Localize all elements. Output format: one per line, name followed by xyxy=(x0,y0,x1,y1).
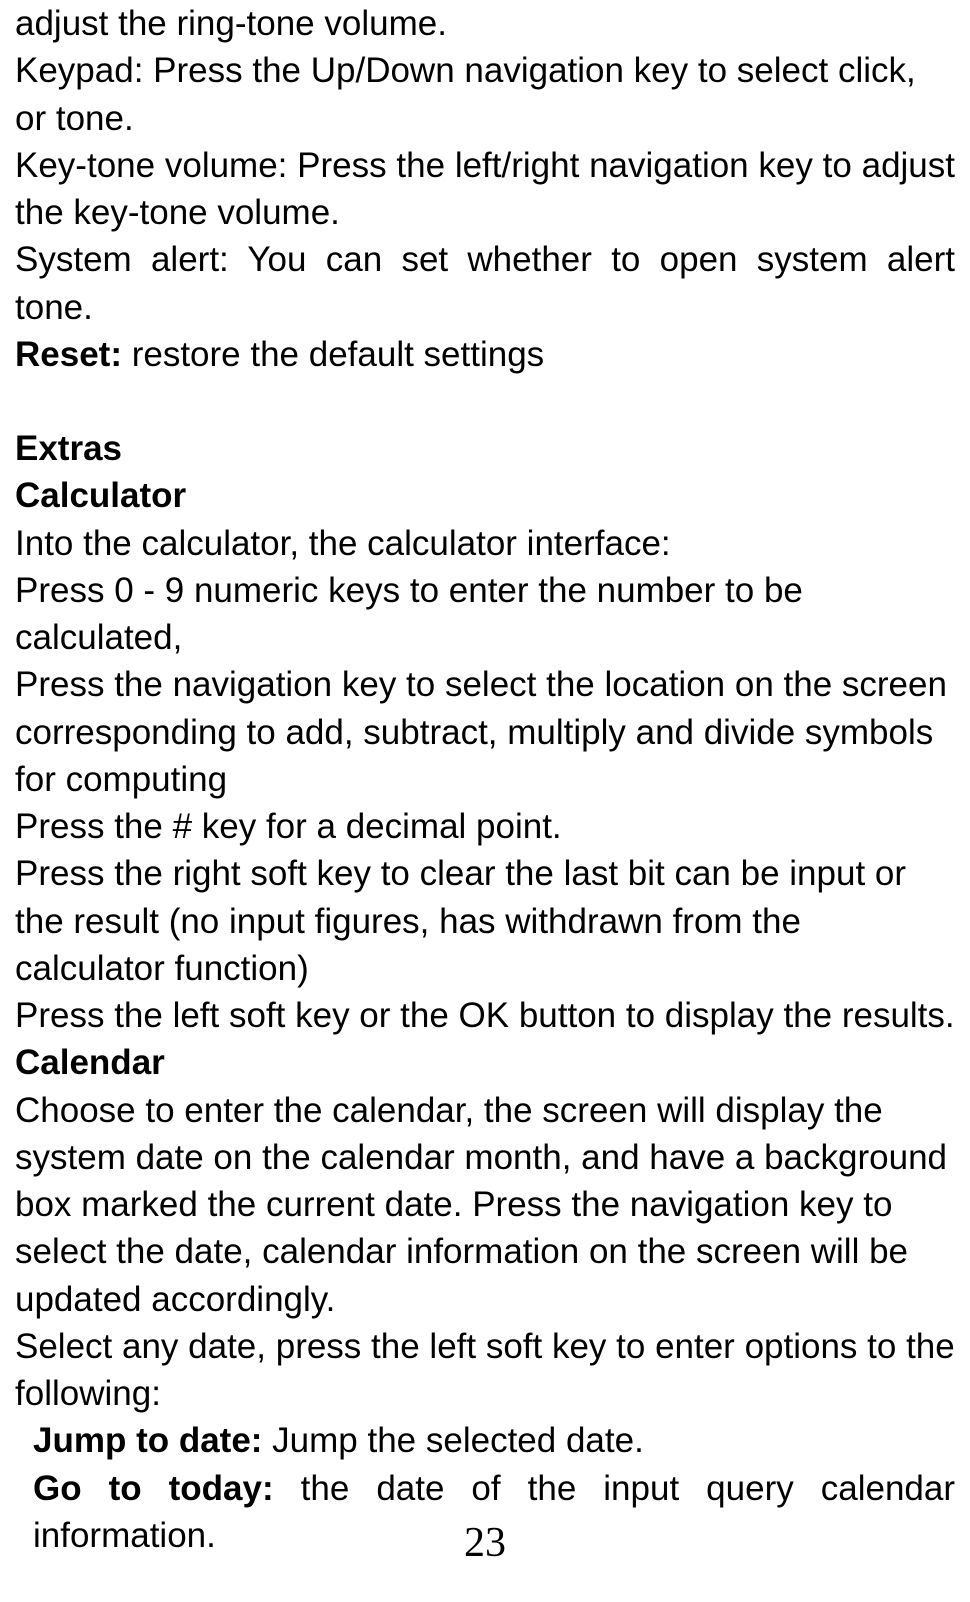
body-text: Press the right soft key to clear the la… xyxy=(15,850,955,992)
document-page: adjust the ring-tone volume. Keypad: Pre… xyxy=(15,0,955,1559)
heading-calendar: Calendar xyxy=(15,1039,955,1086)
body-text: Reset: restore the default settings xyxy=(15,331,955,378)
body-text: Jump the selected date. xyxy=(262,1421,643,1460)
body-text: Jump to date: Jump the selected date. xyxy=(15,1417,955,1464)
body-text: Press the left soft key or the OK button… xyxy=(15,992,955,1039)
body-text: Press the # key for a decimal point. xyxy=(15,803,955,850)
label-jump-to-date: Jump to date: xyxy=(33,1421,262,1460)
label-reset: Reset: xyxy=(15,335,122,374)
heading-calculator: Calculator xyxy=(15,472,955,519)
body-text: adjust the ring-tone volume. xyxy=(15,0,955,47)
body-text: Press the navigation key to select the l… xyxy=(15,661,955,803)
label-go-to-today: Go to today: xyxy=(33,1469,274,1508)
heading-extras: Extras xyxy=(15,425,955,472)
body-text: System alert: You can set whether to ope… xyxy=(15,236,955,331)
body-text: Key-tone volume: Press the left/right na… xyxy=(15,142,955,237)
body-text: Press 0 - 9 numeric keys to enter the nu… xyxy=(15,567,955,662)
body-text: Choose to enter the calendar, the screen… xyxy=(15,1087,955,1323)
body-text: restore the default settings xyxy=(122,335,544,374)
body-text: Select any date, press the left soft key… xyxy=(15,1323,955,1418)
spacer xyxy=(15,378,955,425)
body-text: Into the calculator, the calculator inte… xyxy=(15,520,955,567)
page-number: 23 xyxy=(0,1515,970,1572)
body-text: Keypad: Press the Up/Down navigation key… xyxy=(15,47,955,142)
